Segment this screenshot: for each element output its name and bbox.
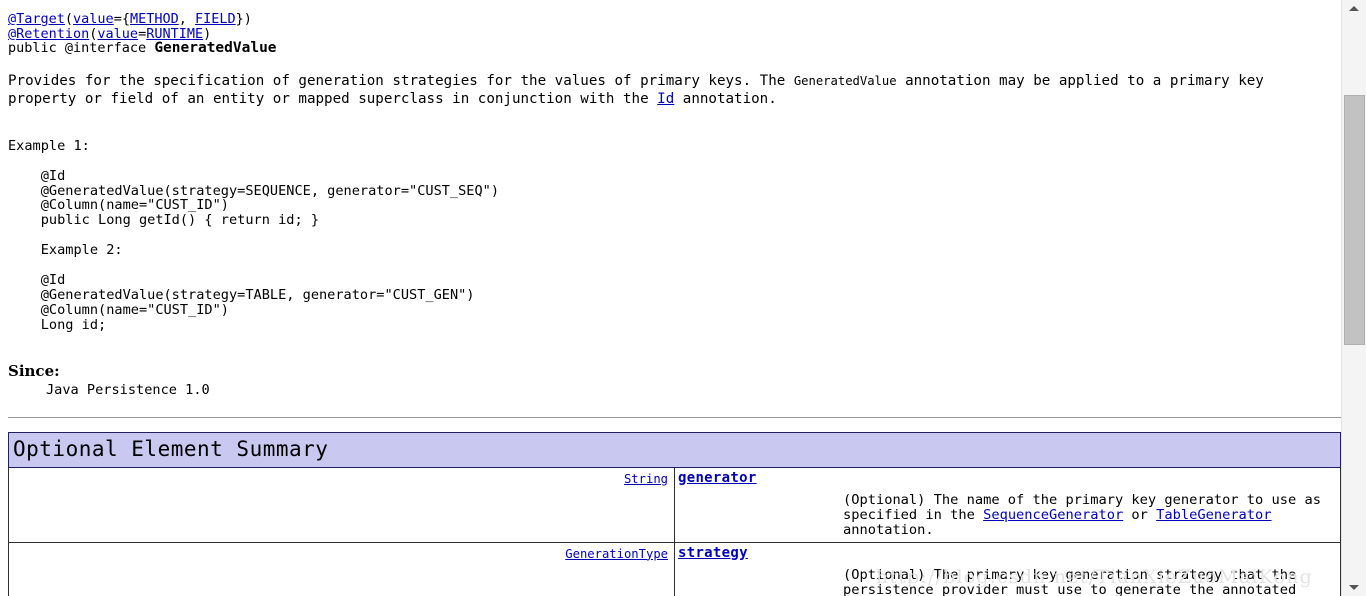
examples-gap-1: [8, 227, 16, 243]
retention-signature-line: @Retention(value=RUNTIME): [8, 25, 1341, 42]
annotation-signature-block: @Target(value={METHOD, FIELD}): [8, 12, 1341, 27]
example-2-line-4: Long id;: [8, 316, 107, 333]
description-paragraph: Provides for the specification of genera…: [8, 72, 1338, 109]
scrollbar-thumb[interactable]: [1344, 95, 1365, 345]
element-type-cell: GenerationType: [8, 541, 675, 596]
element-desc-part-3: annotation.: [843, 521, 934, 538]
example-1-line-1: @Id: [8, 167, 66, 184]
retention-value-runtime-link[interactable]: RUNTIME: [146, 26, 203, 42]
table-generator-link[interactable]: TableGenerator: [1156, 507, 1271, 523]
example-1-line-3: @Column(name="CUST_ID"): [8, 197, 229, 214]
target-value-key-link[interactable]: value: [73, 11, 114, 27]
triangle-up-icon: [1349, 6, 1359, 11]
type-declaration-line: public @interface GeneratedValue: [8, 41, 1341, 56]
watermark-text: http://blog.csdn.net/TianXieZuoMaiKong: [875, 566, 1313, 588]
target-value-field-link[interactable]: FIELD: [195, 11, 236, 27]
element-desc-part-2: or: [1123, 506, 1157, 523]
vertical-scrollbar[interactable]: [1341, 0, 1366, 596]
retention-eq: =: [138, 25, 147, 42]
element-type-link-generationtype[interactable]: GenerationType: [565, 547, 668, 561]
since-heading: Since:: [8, 361, 60, 380]
description-part-1: Provides for the specification of genera…: [8, 72, 794, 89]
element-name-link-generator[interactable]: generator: [678, 470, 1340, 486]
id-annotation-link[interactable]: Id: [657, 91, 674, 107]
target-annotation-link[interactable]: @Target: [8, 11, 65, 27]
example-2-line-3: @Column(name="CUST_ID"): [8, 301, 229, 318]
example-2-label: Example 2:: [40, 242, 123, 259]
example-1-line-2: @GeneratedValue(strategy=SEQUENCE, gener…: [8, 182, 500, 199]
examples-block: Example 1: @Id @GeneratedValue(strategy=…: [8, 137, 1341, 333]
type-name: GeneratedValue: [154, 40, 277, 57]
example-1-blank: [8, 153, 16, 169]
target-open-paren: (: [64, 11, 74, 27]
retention-annotation-link[interactable]: @Retention: [8, 26, 89, 42]
declaration-prefix: public @interface: [8, 40, 155, 57]
summary-title: Optional Element Summary: [8, 431, 1341, 468]
target-value-method-link[interactable]: METHOD: [130, 11, 179, 27]
target-value-space: [187, 11, 195, 27]
example-2-blank: [8, 257, 16, 273]
summary-header-row: Optional Element Summary: [8, 431, 1341, 468]
element-body-cell: generator (Optional) The name of the pri…: [674, 466, 1341, 543]
description-inline-code: GeneratedValue: [793, 73, 897, 88]
target-eq-brace: ={: [113, 11, 130, 27]
example-1-label: Example 1:: [8, 137, 90, 154]
table-row: String generator (Optional) The name of …: [8, 466, 1341, 543]
scroll-down-arrow-icon[interactable]: [1342, 579, 1366, 596]
sequence-generator-link[interactable]: SequenceGenerator: [983, 507, 1123, 523]
element-name-link-strategy[interactable]: strategy: [678, 545, 1340, 561]
document-viewport: @Target(value={METHOD, FIELD}) @Retentio…: [0, 0, 1341, 596]
element-type-link-string[interactable]: String: [624, 472, 668, 486]
example-1-line-4: public Long getId() { return id; }: [8, 212, 319, 229]
retention-value-key-link[interactable]: value: [97, 26, 138, 42]
section-divider: [8, 416, 1341, 418]
target-close-paren: }): [235, 11, 252, 27]
target-value-separator: ,: [178, 11, 187, 27]
triangle-down-icon: [1349, 585, 1359, 590]
since-value: Java Persistence 1.0: [46, 381, 210, 398]
example-2-line-1: @Id: [8, 271, 66, 288]
description-part-3: annotation.: [674, 91, 777, 108]
element-description: (Optional) The name of the primary key g…: [678, 486, 1340, 538]
element-type-cell: String: [8, 466, 675, 543]
scroll-up-arrow-icon[interactable]: [1342, 0, 1366, 17]
javadoc-content: @Target(value={METHOD, FIELD}) @Retentio…: [8, 12, 1341, 596]
example-2-label-indent: [8, 242, 41, 258]
retention-close-paren: ): [203, 25, 212, 42]
example-2-line-2: @GeneratedValue(strategy=TABLE, generato…: [8, 286, 475, 303]
